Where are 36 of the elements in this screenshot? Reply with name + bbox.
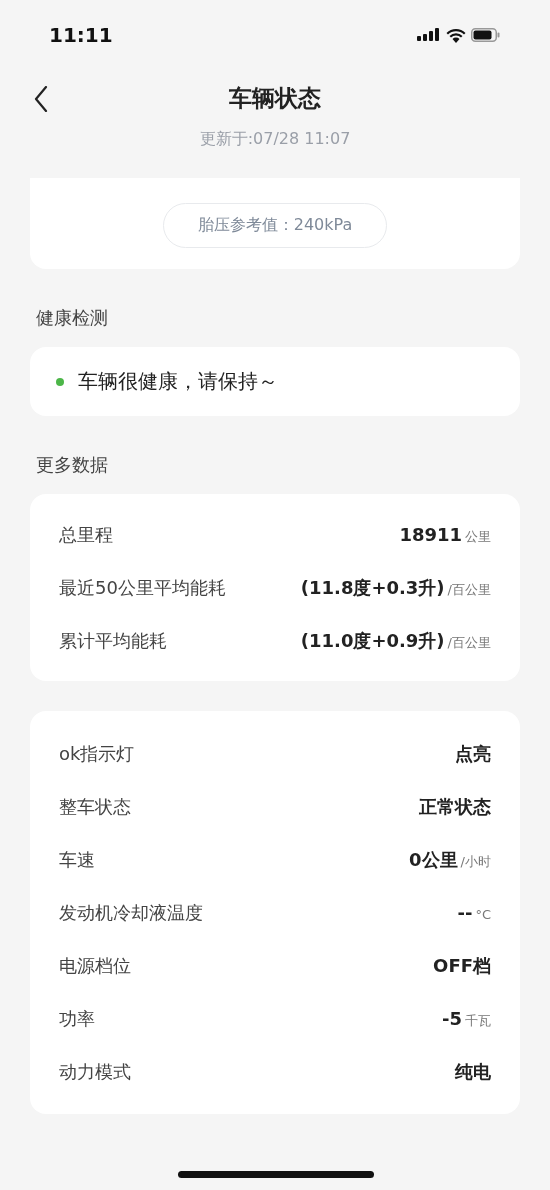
row-unit: /百公里: [447, 580, 491, 599]
row-label: 总里程: [59, 522, 113, 547]
health-status: 车辆很健康，请保持～: [78, 368, 278, 395]
row-label: 车速: [59, 847, 95, 872]
row-label: 累计平均能耗: [59, 628, 167, 653]
row-unit: /小时: [460, 852, 491, 871]
updated-time: 更新于:07/28 11:07: [198, 129, 352, 150]
row-unit: °C: [475, 907, 491, 922]
row-value: 纯电: [455, 1059, 491, 1084]
row-label: 动力模式: [59, 1059, 131, 1084]
row-value: OFF档: [433, 953, 491, 978]
wifi-icon: [446, 27, 466, 43]
row-value: -5: [442, 1007, 462, 1029]
row-unit: 公里: [465, 527, 491, 546]
section-heading: 健康检测: [35, 306, 109, 330]
row-value: (11.0度+0.9升): [300, 628, 445, 653]
row-label: 最近50公里平均能耗: [59, 575, 226, 600]
row-label: ok指示灯: [59, 741, 135, 766]
row-unit: 千瓦: [465, 1011, 491, 1030]
back-button[interactable]: [32, 84, 50, 114]
row-unit: /百公里: [447, 633, 491, 652]
row-value: 点亮: [455, 741, 491, 766]
page-title: 车辆状态: [229, 83, 321, 113]
status-time: 11:11: [49, 23, 113, 47]
row-value: --: [457, 902, 473, 923]
section-heading: 更多数据: [35, 453, 109, 477]
row-value: 0公里: [409, 847, 458, 872]
row-label: 功率: [59, 1006, 95, 1031]
battery-icon: [471, 28, 500, 42]
row-label: 电源档位: [59, 953, 131, 978]
row-label: 发动机冷却液温度: [59, 900, 203, 925]
signal-icon: [417, 28, 441, 42]
row-value: (11.8度+0.3升): [300, 575, 445, 600]
row-value: 正常状态: [419, 794, 491, 819]
row-label: 整车状态: [59, 794, 131, 819]
row-value: 18911: [399, 523, 462, 545]
